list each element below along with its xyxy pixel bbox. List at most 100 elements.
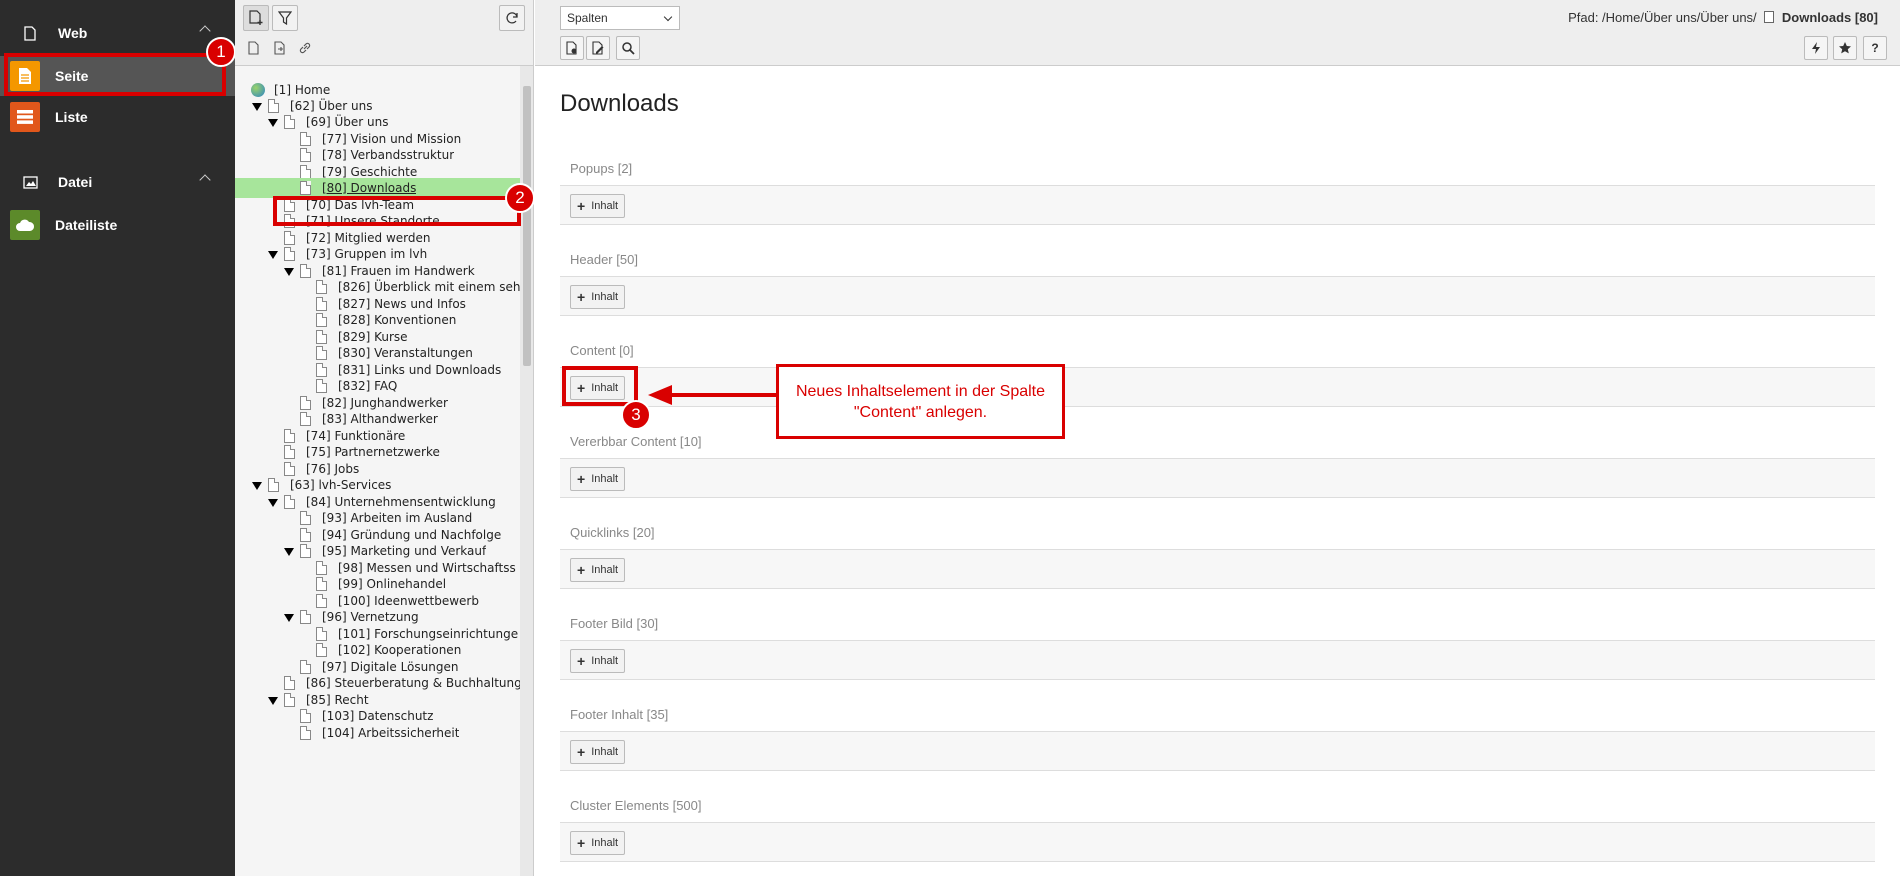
column-title: Popups [2] [570, 161, 633, 176]
bookmark-button[interactable] [1833, 36, 1857, 60]
image-icon [22, 174, 38, 190]
tree-node-label: [104] Arbeitssicherheit [322, 726, 460, 740]
link-icon[interactable] [297, 40, 313, 56]
collapse-caret-icon[interactable] [284, 614, 294, 622]
view-page-icon [566, 41, 577, 55]
page-icon [300, 726, 311, 740]
column-title: Quicklinks [20] [570, 525, 655, 540]
collapse-caret-icon[interactable] [284, 268, 294, 276]
page-icon [300, 544, 311, 558]
column-dropzone: + Inhalt [560, 367, 1875, 407]
plus-icon: + [577, 471, 586, 487]
page-icon [300, 511, 311, 525]
highlight-box-add-content [562, 366, 638, 406]
column-dropzone: + Inhalt [560, 458, 1875, 498]
collapse-caret-icon[interactable] [252, 482, 262, 490]
list-module-icon [10, 102, 40, 132]
new-page-button[interactable] [243, 5, 269, 31]
plus-icon: + [577, 198, 586, 214]
add-content-label: Inhalt [591, 746, 619, 758]
add-content-button[interactable]: + Inhalt [570, 285, 626, 309]
page-icon [300, 396, 311, 410]
page-icon [316, 363, 327, 377]
bolt-icon [1812, 42, 1820, 54]
breadcrumb: Pfad: /Home/Über uns/Über uns/ Downloads… [1568, 10, 1878, 25]
globe-icon [251, 83, 265, 97]
help-button[interactable]: ? [1863, 36, 1887, 60]
collapse-caret-icon[interactable] [268, 119, 278, 127]
page-icon[interactable] [245, 40, 261, 56]
page-icon [300, 412, 311, 426]
collapse-caret-icon[interactable] [268, 697, 278, 705]
column-dropzone: + Inhalt [560, 276, 1875, 316]
page-icon [316, 313, 327, 327]
module-group-web[interactable]: Web [0, 10, 235, 56]
page-icon [316, 594, 327, 608]
module-item-dateiliste[interactable]: Dateiliste [0, 205, 235, 245]
plus-icon: + [577, 562, 586, 578]
refresh-button[interactable] [499, 5, 525, 31]
page-icon [284, 445, 295, 459]
column-title: Footer Inhalt [35] [570, 707, 669, 722]
add-content-button[interactable]: + Inhalt [570, 194, 626, 218]
step-badge-1: 1 [206, 37, 236, 67]
page-icon [316, 280, 327, 294]
collapse-caret-icon[interactable] [252, 103, 262, 111]
page-icon [316, 297, 327, 311]
page-icon [284, 495, 295, 509]
column-dropzone: + Inhalt [560, 185, 1875, 225]
view-mode-value: Spalten [567, 11, 608, 25]
module-menu: Web Seite Liste Datei Dateiliste [0, 0, 235, 876]
add-content-button[interactable]: + Inhalt [570, 831, 626, 855]
page-icon [300, 528, 311, 542]
column-title: Content [0] [570, 343, 634, 358]
page-title: Downloads [560, 90, 679, 117]
chevron-up-icon [199, 174, 211, 186]
tree-node[interactable]: [104] Arbeitssicherheit [235, 723, 520, 743]
new-page-inside-icon[interactable] [272, 40, 288, 56]
page-icon [284, 676, 295, 690]
clear-cache-button[interactable] [1804, 36, 1828, 60]
collapse-caret-icon[interactable] [284, 548, 294, 556]
page-icon [300, 660, 311, 674]
edit-page-button[interactable] [586, 36, 610, 60]
plus-icon: + [577, 653, 586, 669]
page-icon [316, 643, 327, 657]
star-icon [1839, 42, 1851, 54]
module-item-liste[interactable]: Liste [0, 97, 235, 137]
add-content-button[interactable]: + Inhalt [570, 558, 626, 582]
add-content-button[interactable]: + Inhalt [570, 740, 626, 764]
add-content-button[interactable]: + Inhalt [570, 467, 626, 491]
page-icon [300, 165, 311, 179]
column-title: Footer Bild [30] [570, 616, 659, 631]
add-content-button[interactable]: + Inhalt [570, 649, 626, 673]
page-icon [284, 247, 295, 261]
filter-button[interactable] [272, 5, 298, 31]
callout-arrow-line [670, 393, 776, 397]
collapse-caret-icon[interactable] [268, 251, 278, 259]
breadcrumb-current: Downloads [80] [1781, 10, 1878, 25]
chevron-down-icon [663, 12, 673, 22]
module-group-datei[interactable]: Datei [0, 159, 235, 205]
page-icon [284, 462, 295, 476]
plus-icon: + [577, 744, 586, 760]
page-icon [316, 346, 327, 360]
column-title: Vererbbar Content [10] [570, 434, 702, 449]
collapse-caret-icon[interactable] [268, 499, 278, 507]
add-content-label: Inhalt [591, 473, 619, 485]
view-mode-select[interactable]: Spalten [560, 6, 680, 30]
page-icon [300, 148, 311, 162]
page-icon [300, 610, 311, 624]
search-button[interactable] [616, 36, 640, 60]
page-icon [284, 429, 295, 443]
scrollbar-thumb[interactable] [523, 86, 531, 366]
page-icon [300, 709, 311, 723]
page-icon [1764, 11, 1775, 23]
column-title: Cluster Elements [500] [570, 798, 702, 813]
annotation-callout: Neues Inhaltselement in der Spalte "Cont… [776, 364, 1065, 439]
plus-icon: + [577, 835, 586, 851]
add-content-label: Inhalt [591, 837, 619, 849]
arrow-left-icon [648, 385, 672, 405]
view-page-button[interactable] [560, 36, 584, 60]
edit-page-icon [592, 41, 604, 55]
